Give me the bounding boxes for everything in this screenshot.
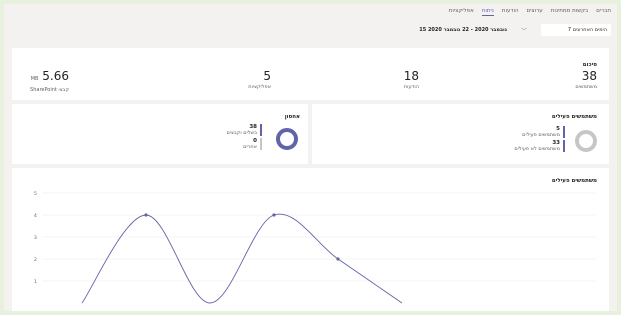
date-range-text: 15 נובמבר 2020 - 22 נובמבר 2020 bbox=[419, 27, 507, 33]
tab-messages[interactable]: הודעות bbox=[502, 8, 519, 16]
legend-inactive-label: משתמשים לא פעילים bbox=[514, 146, 560, 152]
stat-apps-value: 5 bbox=[263, 69, 271, 83]
legend-other-row: 0 אחרים bbox=[226, 138, 262, 150]
active-users-line-chart: 5 4 3 2 1 bbox=[34, 191, 597, 304]
date-range-dropdown[interactable]: 7 הימים האחרונים bbox=[541, 24, 611, 36]
legend-used-row: 38 בשלים וקבצים bbox=[226, 124, 262, 136]
stat-files-value: 5.66 MB bbox=[30, 70, 69, 86]
stat-users-label: משתמשים bbox=[575, 84, 597, 90]
y-tick-label: 1 bbox=[34, 279, 37, 285]
tab-members[interactable]: חברים bbox=[596, 8, 611, 16]
active-users-card: משתמשים פעילים 5 משתמשים פעילים 33 משתמש… bbox=[312, 104, 609, 164]
series-line bbox=[81, 213, 403, 304]
stat-messages-label: הודעות bbox=[403, 84, 419, 90]
date-range-dropdown-value: 7 הימים האחרונים bbox=[567, 27, 607, 33]
header-tabs: חברים בקשות ממתינות ערוצים הודעות ניתוח … bbox=[449, 8, 611, 16]
filter-row: 7 הימים האחרונים ﹀ 15 נובמבר 2020 - 22 נ… bbox=[419, 24, 611, 36]
stat-users-value: 38 bbox=[581, 69, 597, 83]
y-tick-label: 2 bbox=[34, 257, 37, 263]
stat-messages-value: 18 bbox=[403, 69, 419, 83]
app-window: חברים בקשות ממתינות ערוצים הודעות ניתוח … bbox=[4, 4, 617, 311]
data-point[interactable] bbox=[144, 213, 148, 217]
y-tick-label: 3 bbox=[34, 235, 37, 241]
chevron-down-icon[interactable]: ﹀ bbox=[521, 26, 527, 35]
tab-apps[interactable]: אפליקציות bbox=[449, 8, 474, 16]
storage-donut-icon bbox=[276, 128, 298, 150]
tab-pending-requests[interactable]: בקשות ממתינות bbox=[551, 8, 588, 16]
storage-title: אחסון bbox=[284, 114, 300, 120]
stat-files-number: 5.66 bbox=[42, 69, 69, 83]
active-users-title: משתמשים פעילים bbox=[551, 114, 597, 120]
tab-channels[interactable]: ערוצים bbox=[527, 8, 543, 16]
stat-files: 5.66 MB קבצי SharePoint bbox=[30, 70, 69, 94]
legend-other-label: אחרים bbox=[243, 144, 257, 150]
legend-used-label: בשלים וקבצים bbox=[226, 130, 257, 136]
data-point[interactable] bbox=[272, 213, 276, 217]
y-tick-label: 4 bbox=[34, 213, 37, 219]
active-users-donut-icon bbox=[575, 130, 597, 152]
data-point[interactable] bbox=[336, 257, 340, 261]
stat-users: 38 משתמשים bbox=[575, 69, 597, 91]
active-users-chart-card: משתמשים פעילים 54321 bbox=[12, 168, 609, 311]
stat-apps: 5 אפליקציות bbox=[248, 69, 271, 91]
summary-title: סיכום bbox=[582, 62, 597, 68]
legend-active-label: משתמשים פעילים bbox=[522, 132, 560, 138]
summary-card: סיכום 38 משתמשים 18 הודעות 5 אפליקציות 5… bbox=[12, 48, 609, 100]
y-tick-label: 5 bbox=[34, 191, 37, 197]
active-users-legend: 5 משתמשים פעילים 33 משתמשים לא פעילים bbox=[514, 126, 565, 154]
legend-inactive-row: 33 משתמשים לא פעילים bbox=[514, 140, 565, 152]
legend-active-row: 5 משתמשים פעילים bbox=[514, 126, 565, 138]
tab-analytics[interactable]: ניתוח bbox=[481, 8, 494, 16]
stat-files-label: קבצי SharePoint bbox=[30, 87, 69, 93]
storage-card: אחסון 38 בשלים וקבצים 0 אחרים bbox=[12, 104, 308, 164]
stat-files-unit: MB bbox=[30, 76, 39, 82]
stat-messages: 18 הודעות bbox=[403, 69, 419, 91]
stat-apps-label: אפליקציות bbox=[248, 84, 271, 90]
storage-legend: 38 בשלים וקבצים 0 אחרים bbox=[226, 124, 262, 152]
